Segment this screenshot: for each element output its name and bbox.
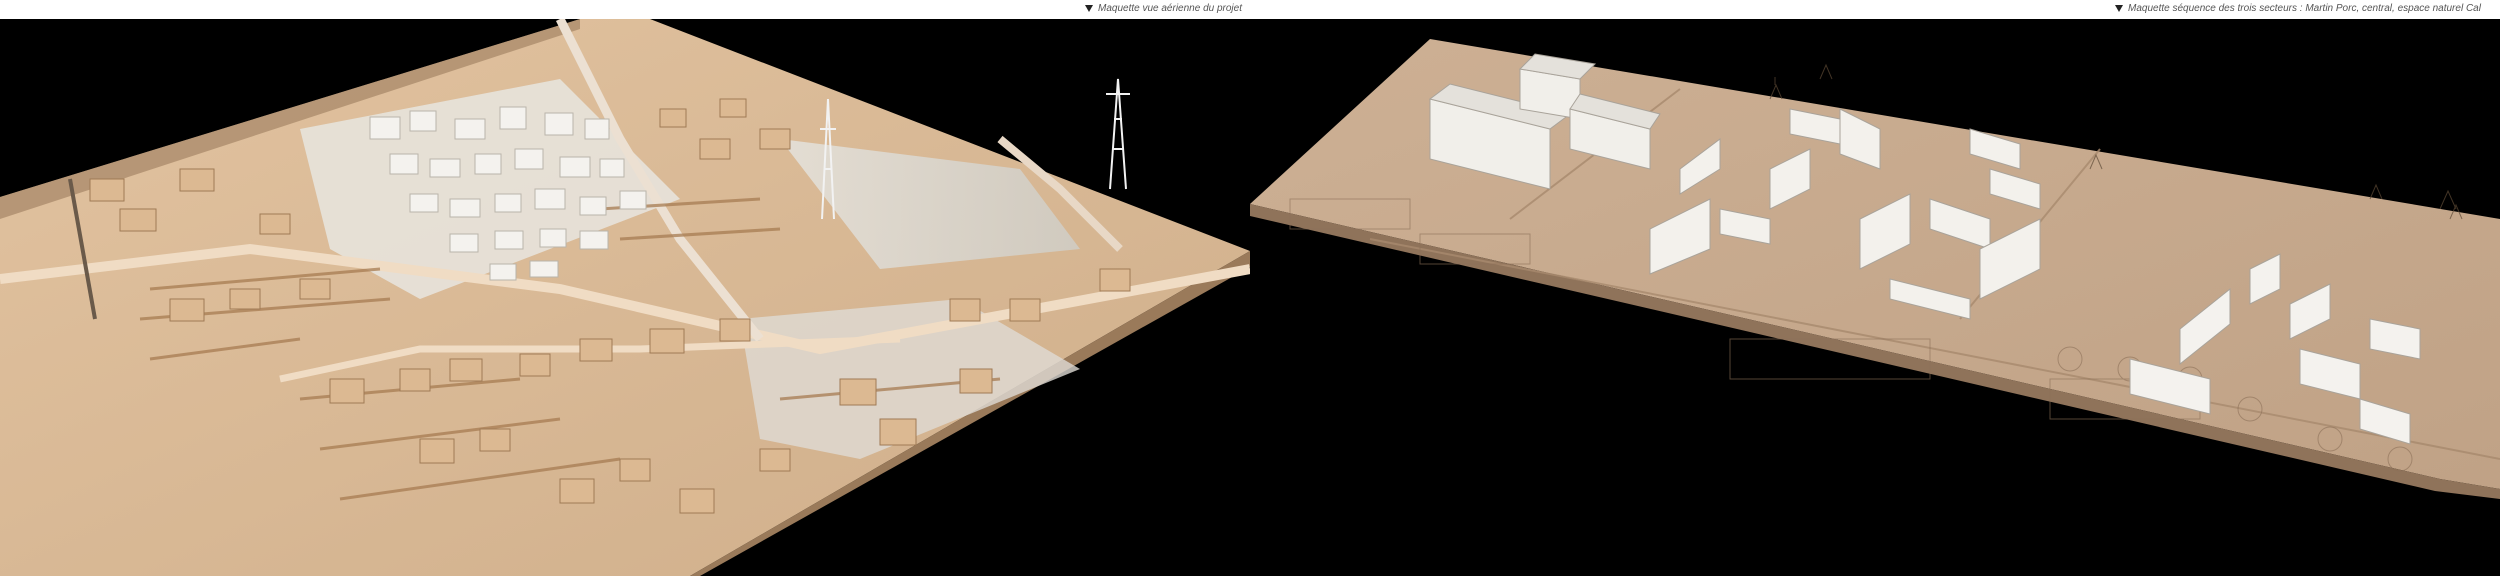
aerial-model-image	[0, 19, 1250, 576]
model-photo-sectors	[1250, 19, 2500, 576]
caption-right-text: Maquette séquence des trois secteurs : M…	[2128, 3, 2481, 14]
caption-right: Maquette séquence des trois secteurs : M…	[2115, 2, 2481, 16]
caption-left: Maquette vue aérienne du projet	[1085, 2, 1242, 16]
sectors-model-image	[1250, 39, 2500, 499]
caption-bar: Maquette vue aérienne du projet Maquette…	[0, 0, 2500, 19]
caption-left-text: Maquette vue aérienne du projet	[1098, 3, 1242, 14]
triangle-down-icon	[2115, 4, 2123, 12]
model-photo-aerial	[0, 19, 1250, 576]
triangle-down-icon	[1085, 4, 1093, 12]
